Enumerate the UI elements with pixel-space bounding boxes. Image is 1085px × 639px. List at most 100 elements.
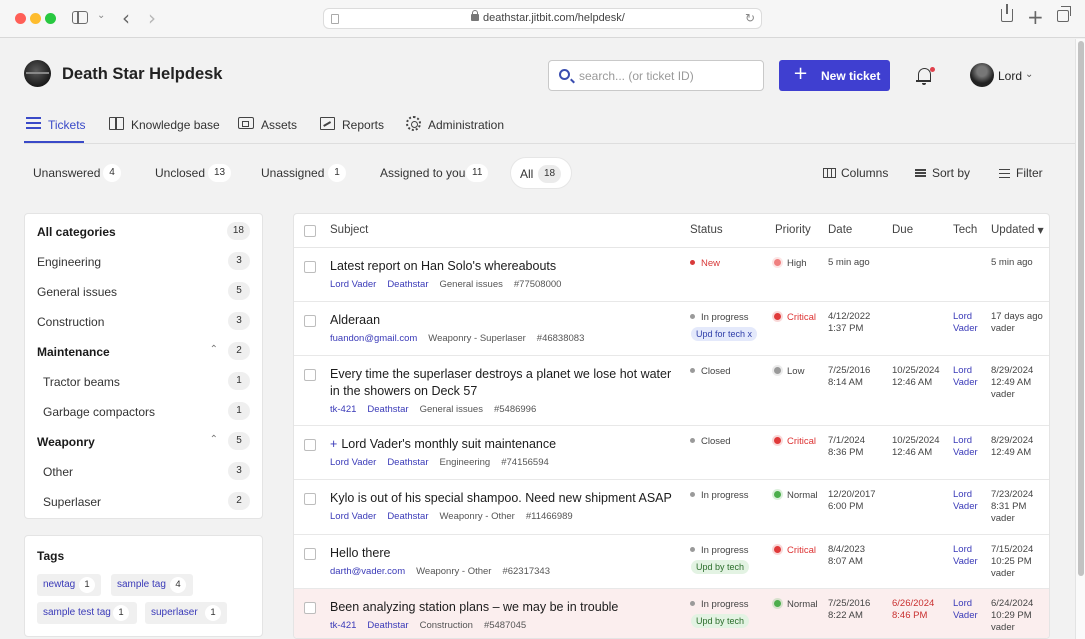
chevron-down-icon[interactable]: ⌄ bbox=[1025, 69, 1033, 80]
new-ticket-button[interactable]: + New ticket bbox=[779, 60, 890, 91]
column-due[interactable]: Due bbox=[892, 224, 913, 236]
tech-cell[interactable]: Lord Vader bbox=[953, 598, 978, 622]
ticket-subject-link[interactable]: + Lord Vader's monthly suit maintenance bbox=[330, 436, 684, 453]
meta-link[interactable]: Lord Vader bbox=[330, 457, 376, 468]
tab-knowledge-base[interactable]: Knowledge base bbox=[109, 107, 220, 143]
column-subject[interactable]: Subject bbox=[330, 224, 368, 236]
tech-cell[interactable]: Lord Vader bbox=[953, 489, 978, 513]
status-tag[interactable]: Upd by tech bbox=[691, 560, 750, 574]
search-box[interactable] bbox=[548, 60, 764, 91]
category-engineering[interactable]: Engineering 3 bbox=[25, 246, 262, 276]
category-garbage-compactors[interactable]: Garbage compactors 1 bbox=[25, 396, 262, 426]
category-other[interactable]: Other 3 bbox=[25, 456, 262, 486]
tab-administration[interactable]: Administration bbox=[406, 107, 506, 143]
meta-link[interactable]: Deathstar bbox=[367, 620, 408, 631]
forward-arrow-icon[interactable]: › bbox=[148, 6, 156, 30]
category-superlaser[interactable]: Superlaser 2 bbox=[25, 486, 262, 516]
chevron-up-icon[interactable]: ⌃ bbox=[210, 344, 218, 355]
column-date[interactable]: Date bbox=[828, 224, 852, 236]
ticket-subject-link[interactable]: Kylo is out of his special shampoo. Need… bbox=[330, 490, 684, 507]
tag-sample-tag[interactable]: sample tag 4 bbox=[111, 574, 193, 596]
meta-link[interactable]: Deathstar bbox=[387, 511, 428, 522]
filter-unclosed[interactable]: Unclosed 13 bbox=[146, 157, 236, 189]
column-priority[interactable]: Priority bbox=[775, 224, 811, 236]
tab-tickets[interactable]: Tickets bbox=[24, 107, 86, 143]
table-row[interactable]: Kylo is out of his special shampoo. Need… bbox=[294, 480, 1049, 535]
row-checkbox[interactable] bbox=[304, 439, 316, 451]
tech-cell[interactable]: Lord Vader bbox=[953, 435, 978, 459]
zoom-window-button[interactable] bbox=[45, 13, 56, 24]
meta-link[interactable]: tk-421 bbox=[330, 404, 356, 415]
table-row[interactable]: Alderaan fuandon@gmail.com Weaponry - Supe… bbox=[294, 302, 1049, 356]
tech-cell[interactable]: Lord Vader bbox=[953, 544, 978, 568]
row-checkbox[interactable] bbox=[304, 369, 316, 381]
tag-superlaser[interactable]: superlaser 1 bbox=[145, 602, 227, 624]
column-tech[interactable]: Tech bbox=[953, 224, 977, 236]
meta-link[interactable]: Deathstar bbox=[387, 279, 428, 290]
column-updated[interactable]: Updated ▼ bbox=[991, 224, 1044, 236]
table-row[interactable]: Hello there darth@vader.com Weaponry - Oth… bbox=[294, 535, 1049, 589]
category-all[interactable]: All categories 18 bbox=[25, 216, 262, 246]
meta-link[interactable]: darth@vader.com bbox=[330, 566, 405, 577]
filter-assigned-to-you[interactable]: Assigned to you 11 bbox=[371, 157, 493, 189]
tab-overview-icon[interactable] bbox=[1057, 6, 1071, 22]
tag-sample-test-tag[interactable]: sample test tag 1 bbox=[37, 602, 137, 624]
status-tag[interactable]: Upd for tech x bbox=[691, 327, 758, 341]
tech-cell[interactable]: Lord Vader bbox=[953, 365, 978, 389]
minimize-window-button[interactable] bbox=[30, 13, 41, 24]
app-title[interactable]: Death Star Helpdesk bbox=[62, 65, 222, 84]
meta-link[interactable]: Deathstar bbox=[387, 457, 428, 468]
death-star-logo[interactable] bbox=[24, 60, 51, 87]
sidebar-toggle-icon[interactable] bbox=[72, 11, 88, 24]
row-checkbox[interactable] bbox=[304, 261, 316, 273]
meta-link[interactable]: tk-421 bbox=[330, 620, 356, 631]
tab-reports[interactable]: Reports bbox=[320, 107, 384, 143]
select-all-checkbox[interactable] bbox=[304, 225, 316, 237]
category-tractor-beams[interactable]: Tractor beams 1 bbox=[25, 366, 262, 396]
filter-unanswered[interactable]: Unanswered 4 bbox=[24, 157, 129, 189]
share-icon[interactable] bbox=[1001, 4, 1013, 22]
scrollbar-thumb[interactable] bbox=[1078, 41, 1084, 576]
row-checkbox[interactable] bbox=[304, 602, 316, 614]
tech-cell[interactable]: Lord Vader bbox=[953, 311, 978, 335]
category-general-issues[interactable]: General issues 5 bbox=[25, 276, 262, 306]
page-scrollbar[interactable] bbox=[1075, 39, 1085, 639]
search-input[interactable] bbox=[579, 67, 759, 85]
category-construction[interactable]: Construction 3 bbox=[25, 306, 262, 336]
meta-text: #77508000 bbox=[513, 279, 562, 290]
reload-icon[interactable]: ↻ bbox=[745, 11, 755, 25]
meta-link[interactable]: Lord Vader bbox=[330, 279, 376, 290]
avatar[interactable] bbox=[970, 63, 994, 87]
category-weaponry[interactable]: Weaponry ⌃ 5 bbox=[25, 426, 262, 456]
ticket-subject-link[interactable]: Every time the superlaser destroys a pla… bbox=[330, 366, 684, 400]
row-checkbox[interactable] bbox=[304, 548, 316, 560]
chevron-down-icon[interactable]: ⌄ bbox=[97, 10, 105, 21]
meta-link[interactable]: Deathstar bbox=[367, 404, 408, 415]
ticket-subject-link[interactable]: Alderaan bbox=[330, 312, 684, 329]
close-window-button[interactable] bbox=[15, 13, 26, 24]
new-tab-icon[interactable]: + bbox=[1027, 5, 1044, 29]
filter-count: 13 bbox=[208, 164, 232, 182]
category-maintenance[interactable]: Maintenance ⌃ 2 bbox=[25, 336, 262, 366]
user-name[interactable]: Lord bbox=[998, 69, 1022, 83]
ticket-subject-link[interactable]: Latest report on Han Solo's whereabouts bbox=[330, 258, 684, 275]
meta-link[interactable]: Lord Vader bbox=[330, 511, 376, 522]
table-row[interactable]: Been analyzing station plans – we may be… bbox=[294, 589, 1049, 638]
filter-all[interactable]: All 18 bbox=[510, 157, 572, 189]
meta-link[interactable]: fuandon@gmail.com bbox=[330, 333, 417, 344]
ticket-subject-link[interactable]: Hello there bbox=[330, 545, 684, 562]
tab-assets[interactable]: Assets bbox=[238, 107, 300, 143]
table-row[interactable]: Latest report on Han Solo's whereabouts L… bbox=[294, 248, 1049, 302]
chevron-up-icon[interactable]: ⌃ bbox=[210, 434, 218, 445]
filter-unassigned[interactable]: Unassigned 1 bbox=[252, 157, 354, 189]
column-status[interactable]: Status bbox=[690, 224, 723, 236]
row-checkbox[interactable] bbox=[304, 493, 316, 505]
address-bar[interactable]: deathstar.jitbit.com/helpdesk/ ↻ bbox=[323, 8, 762, 29]
tag-newtag[interactable]: newtag 1 bbox=[37, 574, 101, 596]
row-checkbox[interactable] bbox=[304, 315, 316, 327]
table-row[interactable]: + Lord Vader's monthly suit maintenance Lo… bbox=[294, 426, 1049, 480]
ticket-subject-link[interactable]: Been analyzing station plans – we may be… bbox=[330, 599, 684, 616]
status-tag[interactable]: Upd by tech bbox=[691, 614, 750, 628]
back-arrow-icon[interactable]: ‹ bbox=[122, 6, 130, 30]
table-row[interactable]: Every time the superlaser destroys a pla… bbox=[294, 356, 1049, 426]
